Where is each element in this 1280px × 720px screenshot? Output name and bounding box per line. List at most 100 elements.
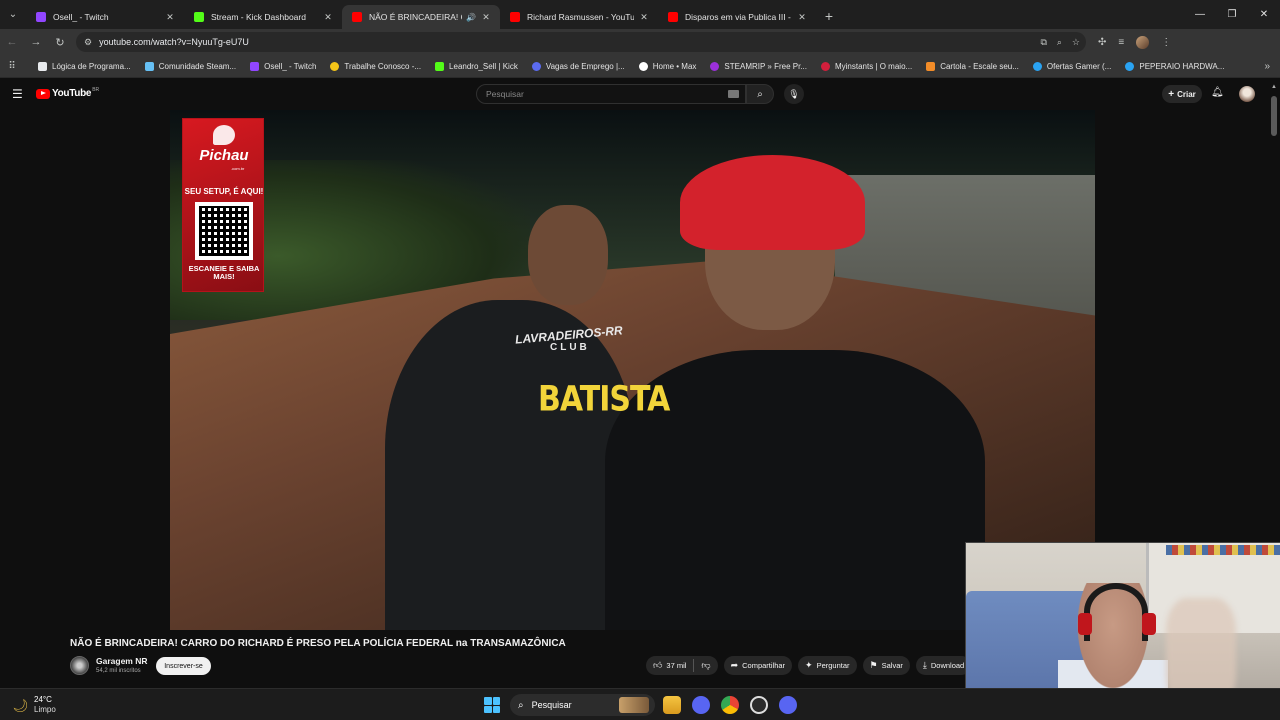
taskbar-search[interactable]: ⌕ Pesquisar xyxy=(510,694,655,716)
bookmark-item[interactable]: Lógica de Programa... xyxy=(38,61,131,71)
bookmark-item[interactable]: Cartola - Escale seu... xyxy=(926,61,1019,71)
headset-earcup-right xyxy=(1142,613,1156,635)
obs-icon[interactable] xyxy=(750,696,768,714)
youtube-logo[interactable]: YouTube BR xyxy=(36,87,99,99)
kick-favicon-icon xyxy=(194,12,204,22)
search-button[interactable]: ⌕ xyxy=(746,84,774,104)
channel-avatar[interactable] xyxy=(70,656,89,675)
tab-title: Osell_ - Twitch xyxy=(53,12,109,22)
moon-weather-icon[interactable]: 🌙︎ xyxy=(12,698,29,714)
bookmark-item[interactable]: PEPERAIO HARDWA... xyxy=(1125,61,1224,71)
scroll-up-arrow-icon[interactable]: ▲ xyxy=(1271,84,1277,90)
tab-search-icon[interactable]: ⌄ xyxy=(0,0,26,29)
weather-condition[interactable]: Limpo xyxy=(34,705,56,714)
bookmark-favicon-icon xyxy=(435,61,445,71)
hamburger-menu-icon[interactable]: ☰ xyxy=(12,87,23,101)
tab-title: NÃO É BRINCADEIRA! CARRO xyxy=(369,12,462,22)
bookmark-item[interactable]: Comunidade Steam... xyxy=(144,61,236,71)
tab-close-icon[interactable]: ✕ xyxy=(480,12,492,23)
notifications-bell-icon[interactable]: 🔔︎ xyxy=(1211,87,1224,98)
sparkle-icon: ✦ xyxy=(805,660,813,670)
ask-button[interactable]: ✦ Perguntar xyxy=(798,656,857,675)
bookmark-favicon-icon xyxy=(1125,61,1135,71)
tab-close-icon[interactable]: ✕ xyxy=(796,12,808,23)
bookmark-icon: ⚑ xyxy=(869,660,878,670)
tab-disparos[interactable]: Disparos em via Publica III - Yo ✕ xyxy=(658,5,816,29)
restore-icon[interactable]: ❐ xyxy=(1216,0,1248,29)
start-tile xyxy=(492,697,500,705)
sponsor-brand: Pichau xyxy=(199,147,249,164)
voice-search-button[interactable]: 🎙 xyxy=(784,84,804,104)
shirt-club-text: CLUB xyxy=(550,342,590,353)
youtube-favicon-icon xyxy=(510,12,520,22)
discord-icon[interactable] xyxy=(779,696,797,714)
webcam-shelf xyxy=(1166,545,1280,555)
search-input[interactable]: Pesquisar xyxy=(476,84,746,104)
video-frame-red-cap xyxy=(680,155,865,250)
save-button[interactable]: ⚑ Salvar xyxy=(862,656,910,675)
video-player[interactable]: LAVRADEIROS-RR CLUB BATISTA xyxy=(170,110,1095,630)
page-scrollbar[interactable] xyxy=(1271,96,1277,136)
forward-arrow-icon[interactable]: → xyxy=(24,29,48,55)
dislike-button[interactable]: 👎︎ xyxy=(694,656,717,675)
back-arrow-icon[interactable]: ← xyxy=(0,29,24,55)
like-button[interactable]: 👍︎ 37 mil xyxy=(646,656,693,675)
browser-tab-strip: ⌄ Osell_ - Twitch ✕ Stream - Kick Dashbo… xyxy=(0,0,1280,29)
channel-subscriber-count: 54,2 mil inscritos xyxy=(96,668,141,674)
install-app-icon[interactable]: ⧉ xyxy=(1040,37,1046,48)
bookmarks-overflow-icon[interactable]: » xyxy=(1264,61,1270,72)
bookmark-favicon-icon xyxy=(926,61,936,71)
tab-close-icon[interactable]: ✕ xyxy=(322,12,334,23)
close-window-icon[interactable]: ✕ xyxy=(1248,0,1280,29)
keyboard-icon[interactable] xyxy=(728,90,739,98)
subscribe-button[interactable]: Inscrever-se xyxy=(156,657,211,675)
bookmark-item[interactable]: Osell_ - Twitch xyxy=(250,61,316,71)
minimize-icon[interactable]: — xyxy=(1184,0,1216,29)
bookmark-item[interactable]: Home • Max xyxy=(638,61,696,71)
twitch-favicon-icon xyxy=(36,12,46,22)
youtube-wordmark: YouTube xyxy=(52,88,92,99)
bookmark-star-icon[interactable]: ☆ xyxy=(1072,37,1080,48)
chrome-icon[interactable] xyxy=(721,696,739,714)
bookmark-item[interactable]: Trabalhe Conosco -... xyxy=(330,61,421,71)
site-info-icon[interactable]: ⚙ xyxy=(84,37,92,48)
tab-kick[interactable]: Stream - Kick Dashboard ✕ xyxy=(184,5,342,29)
tab-close-icon[interactable]: ✕ xyxy=(638,12,650,23)
extensions-icon[interactable]: ✣ xyxy=(1098,37,1106,48)
bookmark-label: Myinstants | O maio... xyxy=(834,61,913,71)
account-avatar[interactable] xyxy=(1239,86,1255,102)
bookmark-favicon-icon xyxy=(144,61,154,71)
tab-richard-rasmussen[interactable]: Richard Rasmussen - YouTube ✕ xyxy=(500,5,658,29)
channel-name[interactable]: Garagem NR xyxy=(96,656,148,666)
weather-temperature[interactable]: 24°C xyxy=(34,695,52,704)
apps-grid-icon[interactable]: ⠿ xyxy=(0,61,24,72)
sponsor-overlay[interactable]: Pichau .com.br SEU SETUP, É AQUI! ESCANE… xyxy=(182,118,264,292)
media-controls-icon[interactable]: ≡ xyxy=(1118,37,1124,48)
tab-close-icon[interactable]: ✕ xyxy=(164,12,176,23)
save-label: Salvar xyxy=(881,661,903,670)
download-button[interactable]: ⤓ Download xyxy=(915,656,972,675)
file-explorer-icon[interactable] xyxy=(663,696,681,714)
windows-start-icon[interactable] xyxy=(484,697,500,713)
discord-icon[interactable] xyxy=(692,696,710,714)
bookmark-item[interactable]: STEAMRIP » Free Pr... xyxy=(710,61,807,71)
address-bar[interactable]: ⚙ youtube.com/watch?v=NyuuTg-eU7U ⧉ ⌕ ☆ xyxy=(76,32,1086,52)
bookmark-item[interactable]: Myinstants | O maio... xyxy=(820,61,913,71)
kebab-menu-icon[interactable]: ⋮ xyxy=(1161,37,1171,48)
start-tile xyxy=(484,705,492,713)
tab-twitch[interactable]: Osell_ - Twitch ✕ xyxy=(26,5,184,29)
tab-youtube-video-active[interactable]: NÃO É BRINCADEIRA! CARRO 🔊 ✕ xyxy=(342,5,500,29)
profile-avatar[interactable] xyxy=(1136,35,1150,49)
zoom-icon[interactable]: ⌕ xyxy=(1057,37,1062,48)
bookmark-item[interactable]: Ofertas Gamer (... xyxy=(1032,61,1111,71)
create-button[interactable]: + Criar xyxy=(1162,85,1202,103)
youtube-play-icon xyxy=(36,88,50,99)
share-button[interactable]: ➦ Compartilhar xyxy=(723,656,793,675)
reload-icon[interactable]: ↻ xyxy=(48,29,72,55)
bookmark-item[interactable]: Vagas de Emprego |... xyxy=(531,61,625,71)
bookmark-item[interactable]: Leandro_Sell | Kick xyxy=(435,61,518,71)
speaker-icon[interactable]: 🔊 xyxy=(466,13,476,22)
new-tab-plus-icon[interactable]: + xyxy=(816,8,842,24)
download-label: Download xyxy=(930,661,965,670)
plus-icon: + xyxy=(1168,88,1175,100)
